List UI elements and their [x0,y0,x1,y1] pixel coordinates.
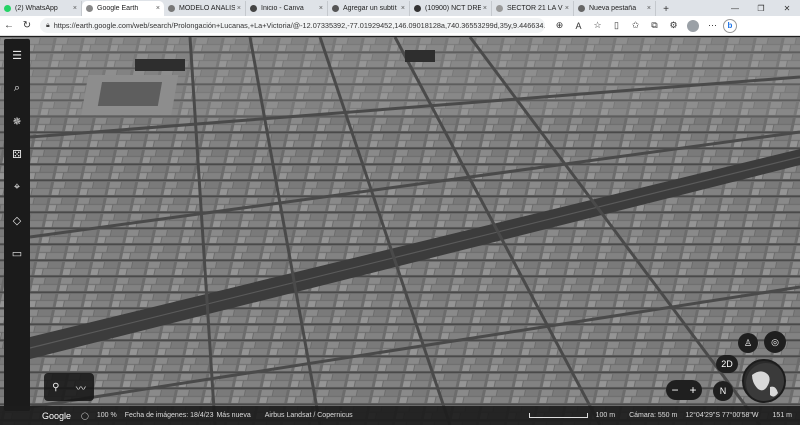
status-bar: Google ◯ 100 % Fecha de imágenes: 18/4/2… [0,406,800,425]
tab-list: (2) WhatsApp × Google Earth × MODELO ANALISI… [0,0,656,16]
projects-icon[interactable]: ⌖ [7,177,27,197]
google-logo: Google [42,410,72,421]
tab-favicon-icon [332,5,339,12]
tab-close-icon[interactable]: × [319,5,323,12]
satellite-imagery[interactable] [0,37,800,425]
tab-favicon-icon [4,5,11,12]
tab-title: (10900) NCT DRE [425,5,481,12]
tab-close-icon[interactable]: × [156,5,160,12]
voyager-icon[interactable]: ✵ [7,111,27,131]
earth-sidebar: ☰ ⌕ ✵ ⚄ ⌖ ◇ ▭ [4,39,30,411]
favorite-star-icon[interactable]: ☆ [589,17,606,35]
tab-title: (2) WhatsApp [15,5,58,12]
measure-icon[interactable]: ▭ [7,243,27,263]
zoom-out-button[interactable]: − [671,383,678,397]
extensions-icon[interactable]: ⚙ [665,17,682,35]
window-controls: — ❐ ✕ [722,0,800,16]
tab-strip: (2) WhatsApp × Google Earth × MODELO ANALISI… [0,0,800,16]
tab-favicon-icon [250,5,257,12]
browser-tab[interactable]: Agregar un subtít × [328,1,410,16]
drawing-tools: ⚲ 〰 [44,373,94,401]
map-style-icon[interactable]: ◇ [7,210,27,230]
tab-title: SECTOR 21 LA VI [507,5,563,12]
favorites-icon[interactable]: ✩ [627,17,644,35]
browser-tab[interactable]: Nueva pestaña × [574,1,656,16]
tab-favicon-icon [86,5,93,12]
tab-close-icon[interactable]: × [237,5,241,12]
loading-indicator-icon: ◯ [81,412,89,420]
tab-favicon-icon [578,5,585,12]
globe-view-button[interactable] [742,359,786,403]
more-options-icon[interactable]: ⋯ [704,17,721,35]
scale-label: 100 m [595,412,616,419]
close-window-button[interactable]: ✕ [774,0,800,16]
camera-altitude: Cámara: 550 m [629,412,678,419]
tab-close-icon[interactable]: × [565,5,569,12]
tab-favicon-icon [496,5,503,12]
coordinates: 12°04'29"S 77°00'58"W [685,412,759,419]
my-location-icon[interactable]: ◎ [764,331,786,353]
place-marker-icon[interactable]: ⚲ [52,382,59,393]
tab-title: Google Earth [97,5,139,12]
zoom-icon[interactable]: ⊕ [551,17,568,35]
draw-path-icon[interactable]: 〰 [76,380,86,395]
new-tab-button[interactable]: + [659,2,673,16]
pegman-icon[interactable]: ♙ [738,333,758,353]
tab-title: Inicio - Canva [261,5,304,12]
compass-button[interactable]: N [713,381,733,401]
earth-view[interactable]: ☰ ⌕ ✵ ⚄ ⌖ ◇ ▭ ⚲ 〰 ♙ ◎ 2D − + N Google ◯ … [0,37,800,425]
feeling-lucky-icon[interactable]: ⚄ [7,144,27,164]
browser-tab[interactable]: SECTOR 21 LA VI × [492,1,574,16]
zoom-controls: − + [666,380,702,400]
toolbar-actions: ⊕ A ☆ ▯ ✩ ⧉ ⚙ ⋯ b [551,17,737,35]
maximize-button[interactable]: ❐ [748,0,774,16]
newer-imagery-link[interactable]: Más nueva [216,412,250,419]
lock-icon: 🔒︎ [46,21,50,29]
split-screen-icon[interactable]: ▯ [608,17,625,35]
tab-close-icon[interactable]: × [401,5,405,12]
scale-bar [528,413,588,418]
bing-chat-icon[interactable]: b [723,18,737,33]
minimize-button[interactable]: — [722,0,748,16]
browser-tab[interactable]: Inicio - Canva × [246,1,328,16]
browser-tab[interactable]: MODELO ANALISI × [164,1,246,16]
address-text: https://earth.google.com/web/search/Prol… [53,21,545,30]
zoom-percent: 100 % [96,412,117,419]
elevation: 151 m [772,412,792,419]
browser-toolbar: ← ↻ 🔒︎ https://earth.google.com/web/sear… [0,16,800,36]
tab-favicon-icon [168,5,175,12]
tab-favicon-icon [414,5,421,12]
collections-icon[interactable]: ⧉ [646,17,663,35]
toggle-2d-button[interactable]: 2D [716,355,738,373]
attribution: Airbus Landsat / Copernicus [264,412,353,419]
profile-avatar[interactable] [687,19,699,32]
browser-tab[interactable]: Google Earth × [82,1,164,16]
browser-tab[interactable]: (2) WhatsApp × [0,1,82,16]
tab-close-icon[interactable]: × [647,5,651,12]
search-icon[interactable]: ⌕ [7,78,27,98]
imagery-date: Fecha de imágenes: 18/4/23 [124,412,214,419]
tab-close-icon[interactable]: × [73,5,77,12]
tab-title: Nueva pestaña [589,5,637,12]
tab-title: Agregar un subtít [343,5,397,12]
tab-close-icon[interactable]: × [483,5,487,12]
back-icon[interactable]: ← [0,17,18,35]
browser-tab[interactable]: (10900) NCT DRE × [410,1,492,16]
zoom-in-button[interactable]: + [689,383,696,397]
tab-title: MODELO ANALISI [179,5,235,12]
reload-icon[interactable]: ↻ [18,17,36,35]
read-aloud-icon[interactable]: A [570,17,587,35]
address-bar[interactable]: 🔒︎ https://earth.google.com/web/search/P… [40,18,545,33]
menu-icon[interactable]: ☰ [7,45,27,65]
